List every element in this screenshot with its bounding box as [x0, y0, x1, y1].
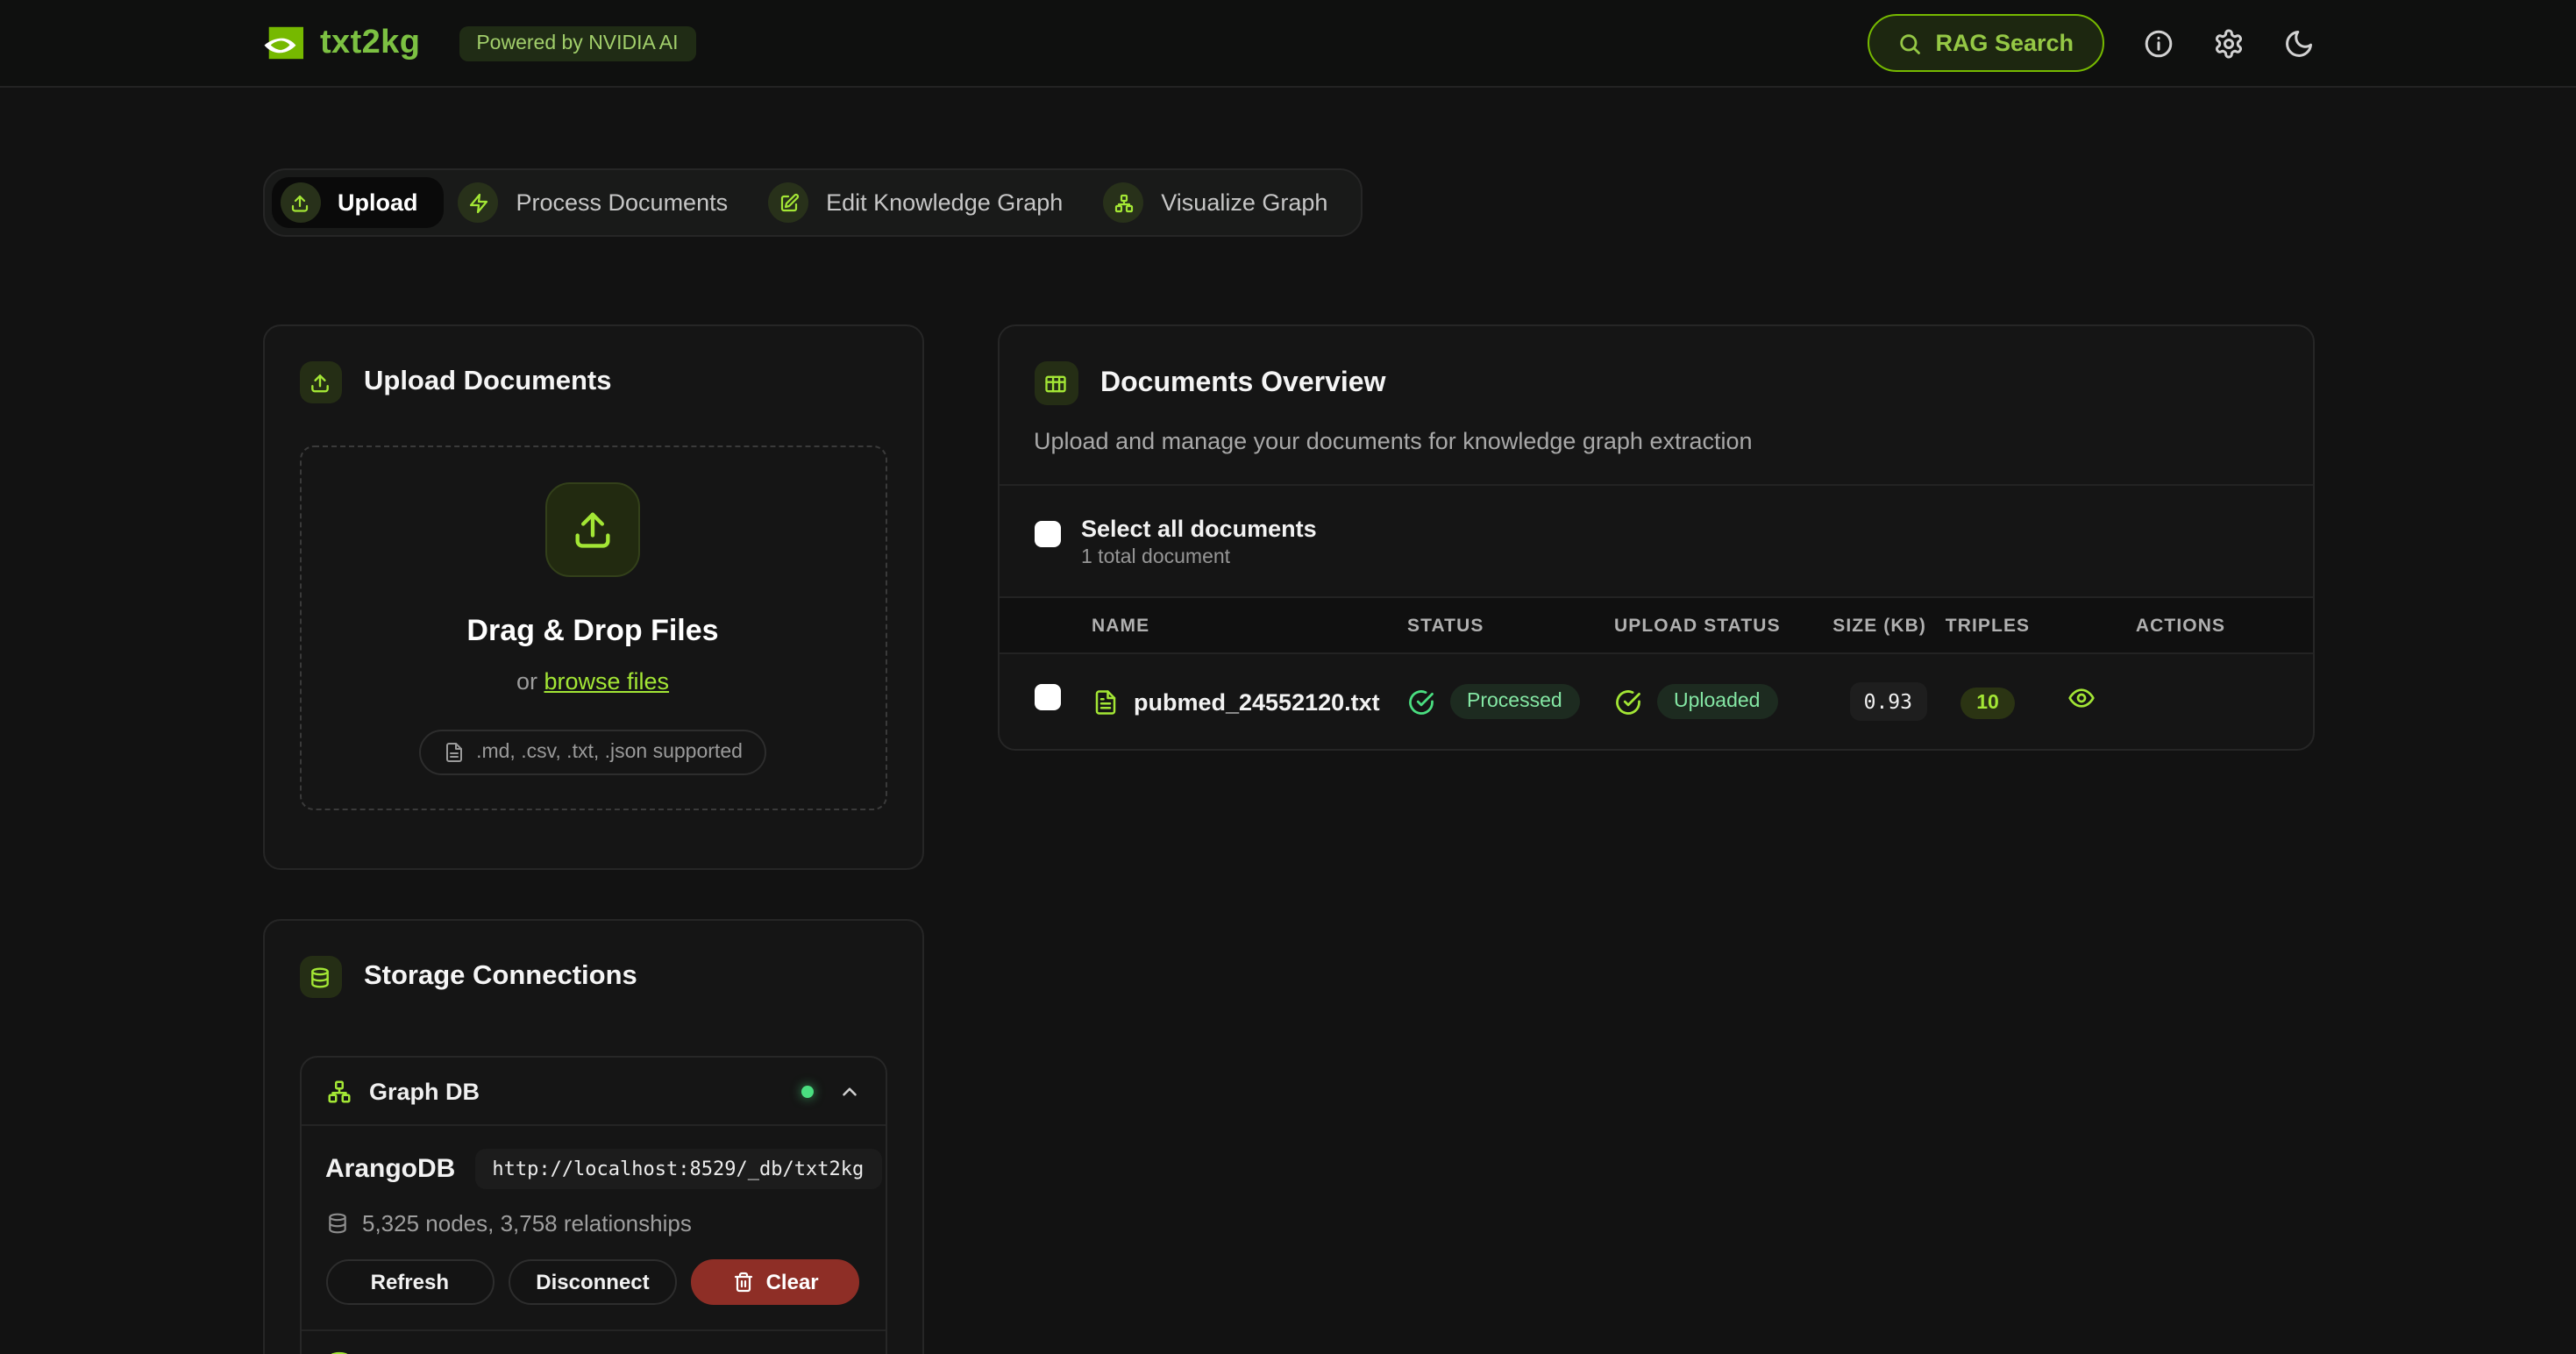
- upload-status-badge: Uploaded: [1656, 684, 1777, 719]
- triples-count-badge: 10: [1960, 687, 2015, 718]
- documents-table: NAME STATUS UPLOAD STATUS SIZE (KB) TRIP…: [999, 596, 2312, 749]
- db-connections-panel: Graph DB: [299, 1056, 886, 1354]
- database-icon: [299, 956, 341, 998]
- tab-edit-knowledge-graph[interactable]: Edit Knowledge Graph: [759, 177, 1089, 228]
- upload-icon: [280, 182, 320, 223]
- database-icon: [325, 1350, 352, 1354]
- total-documents-label: 1 total document: [1081, 547, 1317, 568]
- column-header-upload-status: UPLOAD STATUS: [1614, 615, 1825, 636]
- dropzone-title: Drag & Drop Files: [466, 613, 718, 648]
- column-header-actions: ACTIONS: [2049, 615, 2312, 636]
- brand: txt2kg Powered by NVIDIA AI: [262, 23, 695, 63]
- connected-status-dot: [801, 1085, 813, 1097]
- search-icon: [1896, 31, 1921, 55]
- upload-icon: [545, 481, 640, 576]
- edit-icon: [768, 182, 808, 223]
- eye-icon: [2067, 683, 2095, 711]
- tab-label: Visualize Graph: [1161, 189, 1327, 216]
- network-icon: [1103, 182, 1143, 223]
- vector-db-label: Vector DB: [369, 1350, 482, 1354]
- select-all-label: Select all documents: [1081, 516, 1317, 542]
- column-header-status: STATUS: [1407, 615, 1614, 636]
- tab-process-documents[interactable]: Process Documents: [450, 177, 755, 228]
- graph-network-icon: [325, 1078, 352, 1104]
- table-row: pubmed_24552120.txt Processed Uploaded: [999, 654, 2312, 749]
- or-text: or: [516, 667, 537, 694]
- column-header-triples: TRIPLES: [1926, 615, 2049, 636]
- size-value: 0.93: [1850, 682, 1926, 721]
- settings-button[interactable]: [2212, 27, 2244, 59]
- rag-search-button[interactable]: RAG Search: [1867, 14, 2103, 72]
- select-all-checkbox[interactable]: [1034, 521, 1060, 547]
- database-icon: [325, 1212, 348, 1235]
- file-text-icon: [1092, 688, 1118, 715]
- supported-formats-text: .md, .csv, .txt, .json supported: [476, 741, 743, 762]
- tab-label: Edit Knowledge Graph: [826, 189, 1063, 216]
- rag-search-label: RAG Search: [1935, 30, 2074, 56]
- upload-icon: [299, 361, 341, 403]
- zap-icon: [459, 182, 499, 223]
- column-header-size: SIZE (KB): [1825, 615, 1926, 636]
- chevron-up-icon: [837, 1080, 860, 1102]
- upload-documents-card: Upload Documents Drag & Drop Files or br…: [262, 324, 923, 870]
- documents-overview-card: Documents Overview Upload and manage you…: [997, 324, 2314, 751]
- card-title: Documents Overview: [1100, 367, 1385, 399]
- column-header-name: NAME: [1092, 615, 1407, 636]
- info-icon: [2142, 27, 2174, 59]
- document-name: pubmed_24552120.txt: [1134, 688, 1380, 715]
- file-icon: [443, 741, 464, 762]
- view-document-button[interactable]: [2067, 683, 2095, 711]
- vector-db-toggle[interactable]: Vector DB: [301, 1329, 885, 1354]
- card-subtitle: Upload and manage your documents for kno…: [1034, 428, 2277, 454]
- graph-db-stats: 5,325 nodes, 3,758 relationships: [362, 1210, 692, 1236]
- disconnect-button[interactable]: Disconnect: [509, 1259, 678, 1305]
- tab-bar: Upload Process Documents Edit Knowledge …: [262, 168, 1363, 237]
- storage-connections-card: Storage Connections Graph DB: [262, 919, 923, 1354]
- status-badge: Processed: [1449, 684, 1580, 719]
- table-header-row: NAME STATUS UPLOAD STATUS SIZE (KB) TRIP…: [999, 596, 2312, 654]
- tab-label: Upload: [338, 189, 418, 216]
- table-icon: [1034, 361, 1078, 405]
- powered-by-badge: Powered by NVIDIA AI: [459, 25, 695, 61]
- browse-files-link[interactable]: browse files: [544, 667, 670, 694]
- graph-db-provider: ArangoDB: [325, 1154, 455, 1184]
- file-dropzone[interactable]: Drag & Drop Files or browse files .md, .…: [299, 445, 886, 810]
- card-title: Storage Connections: [364, 961, 637, 993]
- graph-db-label: Graph DB: [369, 1078, 480, 1104]
- app-root: txt2kg Powered by NVIDIA AI RAG Search: [0, 0, 2576, 1354]
- moon-icon: [2282, 27, 2314, 59]
- graph-db-details: ArangoDB http://localhost:8529/_db/txt2k…: [301, 1124, 885, 1329]
- clear-button[interactable]: Clear: [691, 1259, 860, 1305]
- graph-db-toggle[interactable]: Graph DB: [301, 1058, 885, 1124]
- top-bar: txt2kg Powered by NVIDIA AI RAG Search: [0, 0, 2576, 88]
- check-circle-icon: [1614, 688, 1640, 715]
- card-title: Upload Documents: [364, 367, 611, 398]
- tab-visualize-graph[interactable]: Visualize Graph: [1094, 177, 1354, 228]
- supported-formats-pill: .md, .csv, .txt, .json supported: [418, 729, 767, 774]
- tab-label: Process Documents: [516, 189, 729, 216]
- app-name: txt2kg: [320, 24, 420, 62]
- theme-toggle-button[interactable]: [2282, 27, 2314, 59]
- gear-icon: [2212, 27, 2244, 59]
- info-button[interactable]: [2142, 27, 2174, 59]
- check-circle-icon: [1407, 688, 1434, 715]
- nvidia-logo-icon: [262, 23, 302, 63]
- refresh-button[interactable]: Refresh: [325, 1259, 495, 1305]
- trash-icon: [733, 1272, 754, 1293]
- clear-label: Clear: [766, 1270, 819, 1294]
- tab-upload[interactable]: Upload: [271, 177, 445, 228]
- graph-db-endpoint: http://localhost:8529/_db/txt2kg: [474, 1149, 881, 1189]
- row-checkbox[interactable]: [1034, 684, 1060, 710]
